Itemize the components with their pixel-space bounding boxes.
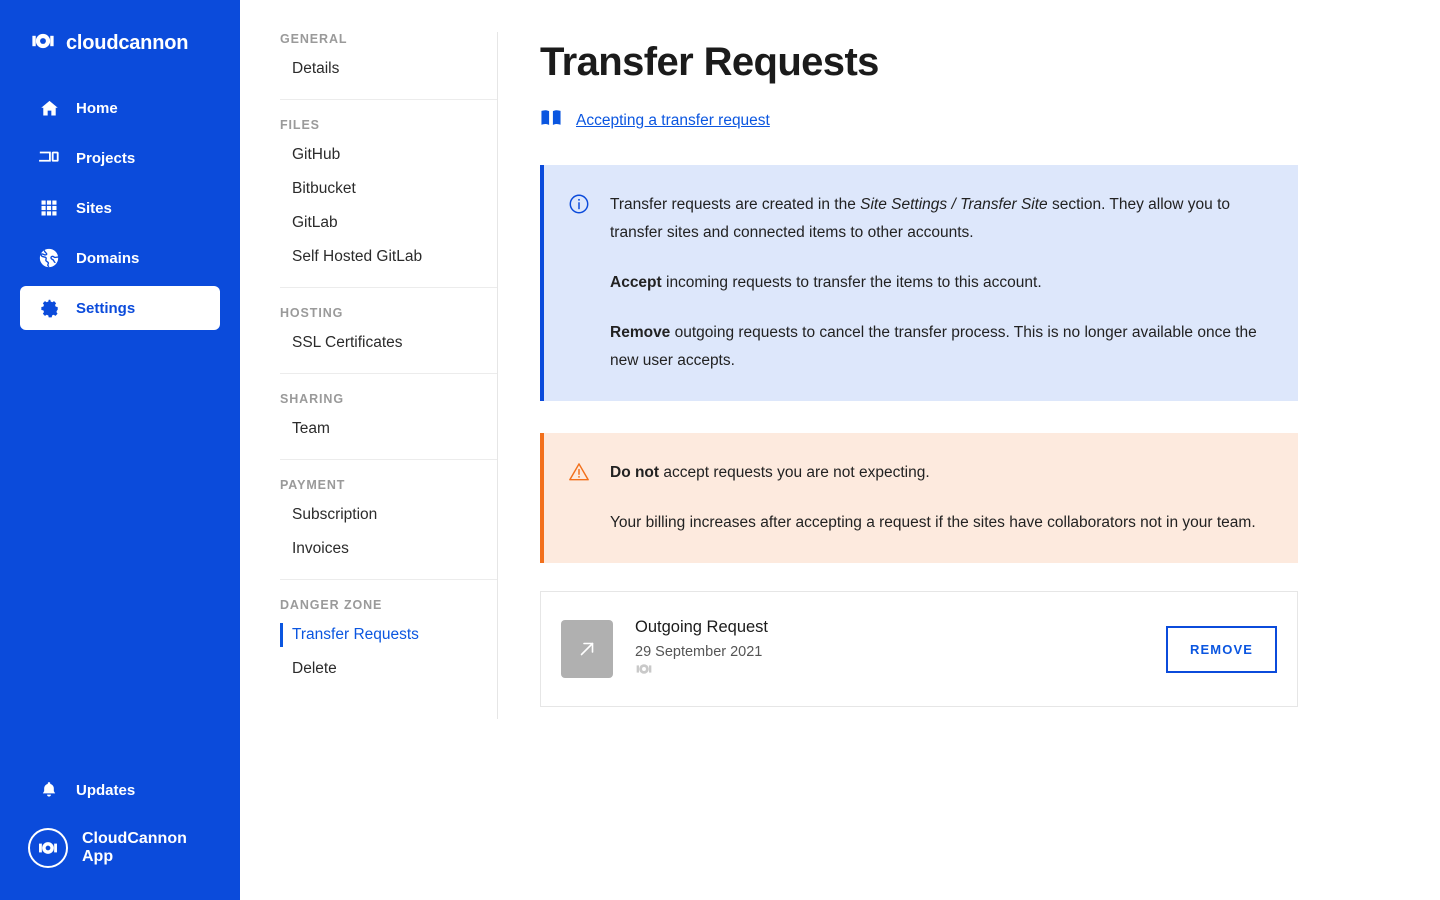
- subnav-item-team[interactable]: Team: [280, 412, 498, 446]
- doc-link-row: Accepting a transfer request: [540, 108, 1298, 133]
- subnav-group: PAYMENT Subscription Invoices: [280, 478, 498, 580]
- sidebar-item-label: Updates: [76, 781, 136, 799]
- subnav-group: GENERAL Details: [280, 32, 498, 100]
- page-title: Transfer Requests: [540, 40, 879, 84]
- sidebar-item-label: Projects: [76, 149, 136, 167]
- cloudcannon-circle-icon: [28, 828, 68, 868]
- sidebar-item-label: Sites: [76, 199, 112, 217]
- warning-paragraph-2: Your billing increases after accepting a…: [610, 514, 1256, 531]
- gear-icon: [38, 297, 60, 319]
- subnav-item-self-hosted-gitlab[interactable]: Self Hosted GitLab: [280, 240, 498, 274]
- info-paragraph-3: Remove outgoing requests to cancel the t…: [610, 319, 1272, 375]
- info-circle-icon: [568, 193, 590, 215]
- remove-keyword: Remove: [610, 324, 671, 341]
- subnav-group-title: GENERAL: [280, 32, 348, 46]
- accept-keyword: Accept: [610, 274, 662, 291]
- warning-callout: Do not accept requests you are not expec…: [540, 433, 1298, 563]
- main-content: Transfer Requests Accepting a transfer r…: [498, 0, 1440, 900]
- bell-icon: [38, 779, 60, 801]
- doc-link[interactable]: Accepting a transfer request: [576, 112, 770, 130]
- subnav-item-delete[interactable]: Delete: [280, 652, 498, 686]
- cloudcannon-mark-icon: [635, 663, 653, 682]
- subnav-group-title: PAYMENT: [280, 478, 346, 492]
- arrow-up-right-icon: [561, 620, 613, 678]
- info-paragraph-1: Transfer requests are created in the Sit…: [610, 191, 1272, 247]
- settings-subnav: GENERAL Details FILES GitHub Bitbucket G…: [240, 0, 498, 900]
- info-p1-em: Site Settings / Transfer Site: [860, 196, 1048, 213]
- cloudcannon-app-link[interactable]: CloudCannon App: [20, 822, 220, 874]
- warning-triangle-icon: [568, 461, 590, 483]
- cloudcannon-mark-icon: [30, 28, 56, 59]
- info-p3-rest: outgoing requests to cancel the transfer…: [610, 324, 1257, 369]
- grid-icon: [38, 197, 60, 219]
- sidebar-item-label: Domains: [76, 249, 140, 267]
- sidebar-item-projects[interactable]: Projects: [20, 136, 220, 180]
- subnav-group: HOSTING SSL Certificates: [280, 306, 498, 374]
- info-p1-a: Transfer requests are created in the: [610, 196, 861, 213]
- subnav-group-title: FILES: [280, 118, 320, 132]
- info-p2-rest: incoming requests to transfer the items …: [661, 274, 1042, 291]
- sidebar-item-home[interactable]: Home: [20, 86, 220, 130]
- sidebar-item-sites[interactable]: Sites: [20, 186, 220, 230]
- warning-p1-rest: accept requests you are not expecting.: [659, 464, 930, 481]
- app-root: cloudcannon Home Projects Sites Domains …: [0, 0, 1440, 900]
- globe-icon: [38, 247, 60, 269]
- primary-sidebar: cloudcannon Home Projects Sites Domains …: [0, 0, 240, 900]
- subnav-item-invoices[interactable]: Invoices: [280, 532, 498, 566]
- subnav-group-title: SHARING: [280, 392, 344, 406]
- home-icon: [38, 97, 60, 119]
- sidebar-item-label: Home: [76, 99, 118, 117]
- subnav-item-transfer-requests[interactable]: Transfer Requests: [280, 618, 498, 652]
- info-callout: Transfer requests are created in the Sit…: [540, 165, 1298, 401]
- transfer-request-details: Outgoing Request 29 September 2021: [635, 616, 1166, 683]
- sidebar-item-domains[interactable]: Domains: [20, 236, 220, 280]
- main-nav: Home Projects Sites Domains Settings: [0, 86, 240, 330]
- subnav-group: SHARING Team: [280, 392, 498, 460]
- transfer-request-row: Outgoing Request 29 September 2021 REMOV…: [540, 591, 1298, 707]
- info-callout-text: Transfer requests are created in the Sit…: [610, 191, 1272, 375]
- subnav-item-gitlab[interactable]: GitLab: [280, 206, 498, 240]
- sidebar-item-settings[interactable]: Settings: [20, 286, 220, 330]
- subnav-group-title: HOSTING: [280, 306, 344, 320]
- transfer-request-date: 29 September 2021: [635, 643, 763, 660]
- transfer-request-title: Outgoing Request: [635, 617, 769, 636]
- sidebar-footer: Updates CloudCannon App: [0, 768, 240, 900]
- book-icon: [540, 108, 562, 133]
- sidebar-item-label: Settings: [76, 299, 136, 317]
- brand-logo[interactable]: cloudcannon: [0, 0, 240, 62]
- subnav-group: DANGER ZONE Transfer Requests Delete: [280, 598, 498, 699]
- brand-name: cloudcannon: [66, 31, 189, 54]
- subnav-item-bitbucket[interactable]: Bitbucket: [280, 172, 498, 206]
- subnav-item-github[interactable]: GitHub: [280, 138, 498, 172]
- remove-button[interactable]: REMOVE: [1166, 625, 1277, 673]
- cloudcannon-app-label: CloudCannon App: [82, 830, 187, 865]
- warning-callout-text: Do not accept requests you are not expec…: [610, 459, 1256, 537]
- sidebar-item-updates[interactable]: Updates: [20, 768, 220, 812]
- projects-icon: [38, 147, 60, 169]
- info-paragraph-2: Accept incoming requests to transfer the…: [610, 269, 1272, 297]
- warning-paragraph-1: Do not accept requests you are not expec…: [610, 459, 1256, 487]
- subnav-group-title: DANGER ZONE: [280, 598, 383, 612]
- subnav-item-details[interactable]: Details: [280, 52, 498, 86]
- subnav-group: FILES GitHub Bitbucket GitLab Self Hoste…: [280, 118, 498, 288]
- subnav-item-ssl-certificates[interactable]: SSL Certificates: [280, 326, 498, 360]
- subnav-item-subscription[interactable]: Subscription: [280, 498, 498, 532]
- do-not-keyword: Do not: [610, 464, 660, 481]
